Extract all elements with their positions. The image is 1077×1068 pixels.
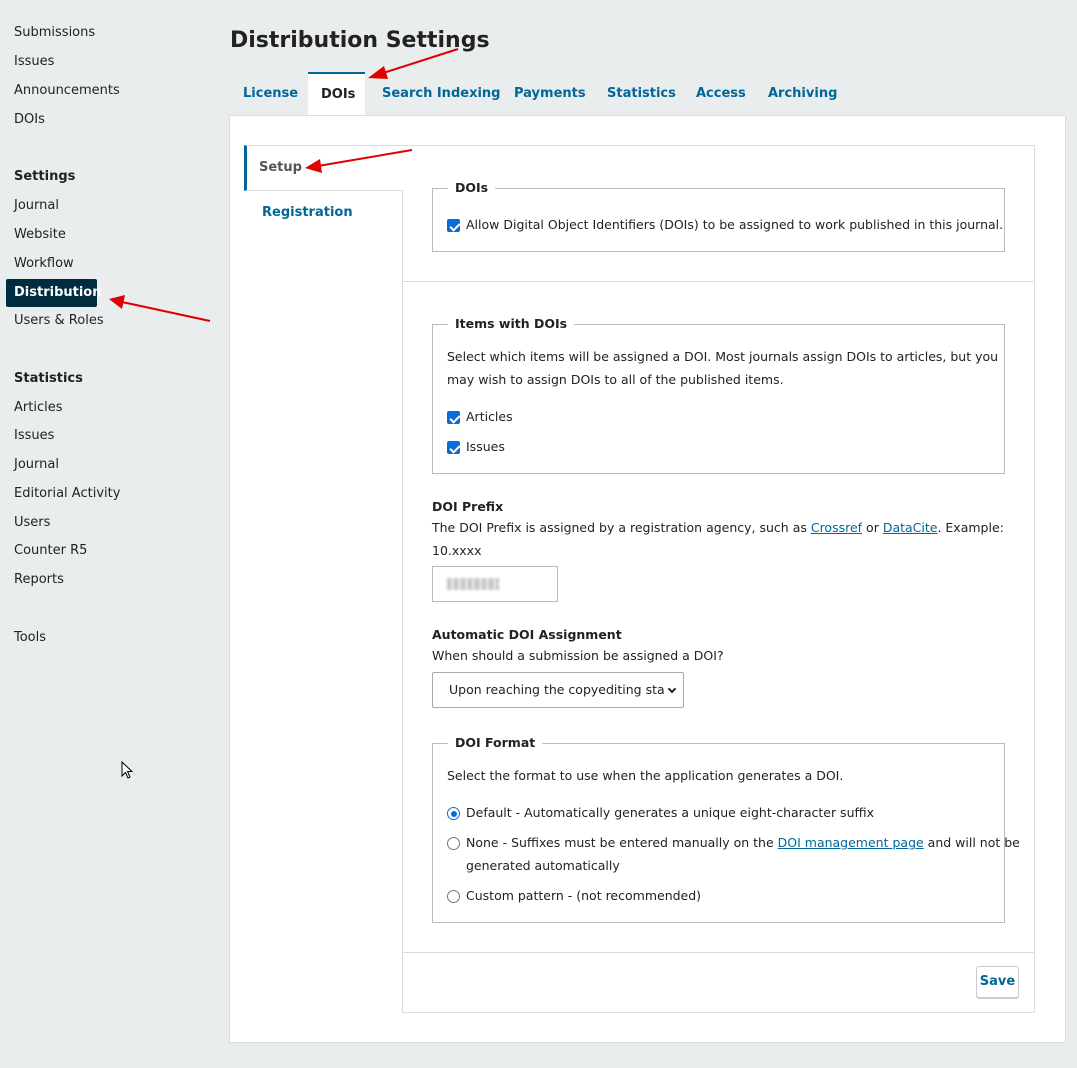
- tab-dois[interactable]: DOIs: [308, 72, 365, 116]
- nav-issues[interactable]: Issues: [14, 53, 54, 71]
- assignment-description: When should a submission be assigned a D…: [432, 648, 724, 663]
- nav-stats-journal[interactable]: Journal: [14, 456, 59, 474]
- format-description: Select the format to use when the applic…: [447, 768, 844, 783]
- tab-access[interactable]: Access: [683, 72, 759, 116]
- format-default-radio[interactable]: [447, 807, 460, 820]
- format-custom-radio[interactable]: [447, 890, 460, 903]
- nav-dois[interactable]: DOIs: [14, 111, 45, 129]
- issues-label: Issues: [466, 439, 505, 454]
- items-description-line2: may wish to assign DOIs to all of the pu…: [447, 372, 784, 387]
- assignment-selected-value: Upon reaching the copyediting sta: [449, 682, 665, 697]
- tab-archiving[interactable]: Archiving: [755, 72, 850, 116]
- nav-settings-users-roles[interactable]: Users & Roles: [14, 312, 104, 330]
- allow-dois-checkbox[interactable]: [447, 219, 460, 232]
- articles-label: Articles: [466, 409, 513, 424]
- annotation-arrowhead: [109, 295, 125, 309]
- tab-payments[interactable]: Payments: [501, 72, 599, 116]
- subtab-registration[interactable]: Registration: [262, 205, 353, 220]
- items-description-line1: Select which items will be assigned a DO…: [447, 349, 999, 364]
- format-none-radio[interactable]: [447, 837, 460, 850]
- assignment-select[interactable]: Upon reaching the copyediting sta: [432, 672, 684, 708]
- subtab-setup[interactable]: Setup: [244, 145, 403, 191]
- tab-search-indexing[interactable]: Search Indexing: [369, 72, 513, 116]
- items-legend: Items with DOIs: [448, 316, 575, 331]
- articles-checkbox[interactable]: [447, 411, 460, 424]
- format-custom-label: Custom pattern - (not recommended): [466, 888, 702, 903]
- format-none-label-line2: generated automatically: [466, 858, 620, 873]
- format-legend: DOI Format: [448, 735, 543, 750]
- statistics-heading: Statistics: [14, 371, 83, 386]
- nav-announcements[interactable]: Announcements: [14, 82, 120, 100]
- tab-statistics[interactable]: Statistics: [594, 72, 689, 116]
- annotation-arrow: [121, 301, 211, 322]
- divider: [403, 952, 1034, 953]
- doi-management-link[interactable]: DOI management page: [778, 835, 924, 850]
- nav-stats-users[interactable]: Users: [14, 514, 50, 532]
- allow-dois-label: Allow Digital Object Identifiers (DOIs) …: [466, 217, 1004, 232]
- nav-tools[interactable]: Tools: [14, 629, 46, 647]
- nav-settings-journal[interactable]: Journal: [14, 197, 59, 215]
- nav-settings-distribution[interactable]: Distribution: [6, 279, 101, 307]
- format-default-label: Default - Automatically generates a uniq…: [466, 805, 874, 820]
- nav-stats-issues[interactable]: Issues: [14, 427, 54, 445]
- page-title: Distribution Settings: [230, 28, 490, 53]
- save-button[interactable]: Save: [976, 966, 1019, 998]
- dois-legend: DOIs: [448, 180, 496, 195]
- nav-stats-articles[interactable]: Articles: [14, 399, 62, 417]
- nav-stats-reports[interactable]: Reports: [14, 571, 64, 589]
- datacite-link[interactable]: DataCite: [883, 520, 938, 535]
- tab-license[interactable]: License: [230, 72, 311, 116]
- assignment-label: Automatic DOI Assignment: [432, 627, 622, 642]
- doi-prefix-input[interactable]: [432, 566, 558, 602]
- issues-checkbox[interactable]: [447, 441, 460, 454]
- settings-heading: Settings: [14, 169, 76, 184]
- doi-prefix-example: 10.xxxx: [432, 543, 482, 558]
- nav-submissions[interactable]: Submissions: [14, 24, 95, 42]
- doi-prefix-description: The DOI Prefix is assigned by a registra…: [432, 520, 1004, 535]
- nav-settings-website[interactable]: Website: [14, 226, 66, 244]
- crossref-link[interactable]: Crossref: [811, 520, 862, 535]
- format-none-label: None - Suffixes must be entered manually…: [466, 835, 1020, 850]
- nav-settings-workflow[interactable]: Workflow: [14, 255, 74, 273]
- divider: [403, 281, 1034, 282]
- doi-prefix-label: DOI Prefix: [432, 499, 504, 514]
- mouse-cursor-icon: [121, 761, 134, 779]
- nav-stats-counter-r5[interactable]: Counter R5: [14, 542, 87, 560]
- redacted-value: [447, 578, 499, 590]
- nav-stats-editorial-activity[interactable]: Editorial Activity: [14, 485, 120, 503]
- chevron-down-icon: [667, 684, 677, 694]
